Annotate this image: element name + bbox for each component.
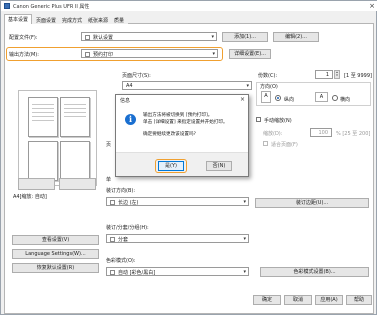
chevron-down-icon: ▾	[243, 199, 246, 205]
binding-icon	[110, 200, 115, 205]
landscape-label: 横向	[340, 97, 351, 103]
preview-page-1	[28, 97, 58, 137]
output-method-value: 预约打印	[93, 52, 114, 58]
window-title: Canon Generic Plus UFR II 属性	[13, 4, 90, 10]
add-profile-button[interactable]: 添加(1)...	[222, 32, 268, 42]
chevron-down-icon: ▾	[243, 269, 246, 275]
fit-page-checkbox[interactable]	[263, 141, 268, 146]
tab-finishing[interactable]: 完成方式	[58, 15, 87, 24]
close-icon[interactable]: ×	[369, 2, 375, 10]
language-settings-button[interactable]: Language Settings(W)...	[12, 249, 99, 259]
scale-input[interactable]: 100	[310, 128, 332, 137]
preview-page-4	[60, 141, 90, 181]
profile-value: 默认设置	[93, 35, 114, 41]
binding-margin-button[interactable]: 装订边距(U)...	[255, 198, 369, 208]
dialog-message-line3: 确定要继续更改该设置吗?	[143, 132, 196, 137]
color-mode-select[interactable]: 自动 [彩色/黑白] ▾	[106, 267, 249, 276]
chevron-down-icon: ▾	[243, 236, 246, 242]
copies-input[interactable]: 1	[315, 70, 333, 79]
preview-page-3	[28, 141, 58, 181]
page-size-label: 页面尺寸(S):	[122, 73, 151, 79]
landscape-radio[interactable]	[332, 95, 338, 101]
dialog-message-line1: 输出方法将被切换到 [预约打印]。	[143, 113, 213, 118]
color-mode-settings-button[interactable]: 色彩模式设置(B)...	[260, 267, 369, 277]
layout-toggle-button[interactable]	[18, 178, 55, 190]
scale-range: % [25 至 200]	[336, 131, 371, 137]
profile-select[interactable]: 默认设置 ▾	[81, 32, 217, 41]
color-mode-label: 色彩模式(O):	[106, 258, 136, 264]
dialog-footer: 是(Y) 否(N)	[116, 152, 248, 176]
portrait-icon: A	[261, 91, 271, 103]
dialog-close-icon[interactable]: ×	[240, 96, 245, 103]
copies-spinner[interactable]: ▴ ▾	[334, 70, 340, 79]
orientation-label: 方向(O)	[260, 84, 278, 90]
copies-label: 份数(C):	[258, 73, 278, 79]
output-method-label: 输出方法(M):	[9, 52, 39, 58]
binding-value: 长边 (左)	[118, 200, 139, 206]
help-button[interactable]: 帮助	[346, 295, 372, 305]
tab-strip: 基本设置 页面设置 完成方式 纸张来源 质量	[4, 14, 374, 25]
manual-label-partial: 单	[106, 177, 112, 183]
copies-range: [1 至 9999]	[344, 73, 372, 79]
tab-page-setup[interactable]: 页面设置	[32, 15, 61, 24]
scale-label: 缩放(D):	[263, 131, 283, 137]
chevron-down-icon: ▾	[211, 34, 214, 40]
ok-button[interactable]: 确定	[253, 295, 281, 305]
dialog-body: i 输出方法将被切换到 [预约打印]。 单击 [详细设置] 来指定设置并开始打印…	[116, 104, 248, 152]
color-mode-value: 自动 [彩色/黑白]	[118, 270, 156, 276]
yes-button[interactable]: 是(Y)	[158, 161, 184, 171]
cancel-button[interactable]: 取消	[284, 295, 312, 305]
fit-page-label: 适合页面(F)	[271, 142, 298, 148]
profile-icon	[85, 35, 90, 40]
landscape-icon: A	[315, 92, 328, 102]
binding-select[interactable]: 长边 (左) ▾	[106, 197, 249, 206]
page-size-value: A4	[126, 83, 133, 89]
tab-paper-source[interactable]: 纸张来源	[84, 15, 113, 24]
manual-scaling-checkbox[interactable]	[256, 117, 261, 122]
finishing-icon	[110, 237, 115, 242]
no-button[interactable]: 否(N)	[206, 161, 232, 171]
title-bar: Canon Generic Plus UFR II 属性 ×	[1, 1, 377, 11]
portrait-label: 纵向	[284, 97, 295, 103]
finishing-value: 分套	[118, 237, 129, 243]
view-settings-button[interactable]: 查看设置(V)	[12, 235, 99, 245]
chevron-down-icon: ▾	[212, 51, 215, 57]
page-layout-label-partial: 页	[106, 142, 112, 148]
dialog-message-line2: 单击 [详细设置] 来指定设置并开始打印。	[143, 120, 228, 125]
tab-quality[interactable]: 质量	[110, 15, 129, 24]
printer-icon	[4, 3, 10, 9]
edit-profile-button[interactable]: 编辑(2)...	[273, 32, 319, 42]
info-dialog: 信息 × i 输出方法将被切换到 [预约打印]。 单击 [详细设置] 来指定设置…	[115, 94, 249, 177]
apply-button[interactable]: 应用(A)	[315, 295, 343, 305]
page-preview	[18, 90, 97, 186]
manual-scaling-label: 手动缩放(N)	[264, 118, 292, 124]
output-method-icon	[85, 52, 90, 57]
finishing-label: 装订/分套/分组(H):	[106, 225, 149, 231]
output-details-button[interactable]: 详细设置(E)...	[229, 49, 271, 59]
info-icon: i	[125, 114, 136, 125]
profile-label: 配置文件(F):	[9, 35, 38, 41]
layout-toggle-button-2[interactable]	[59, 178, 96, 190]
page-size-select[interactable]: A4 ▾	[122, 81, 252, 90]
dialog-title: 信息	[116, 95, 248, 104]
binding-label: 装订方向(B):	[106, 188, 136, 194]
portrait-radio[interactable]	[275, 95, 281, 101]
preview-caption: A4[缩放: 自动]	[13, 194, 47, 200]
output-method-select[interactable]: 预约打印 ▾	[81, 49, 218, 58]
preview-page-2	[60, 97, 90, 137]
printer-properties-window: Canon Generic Plus UFR II 属性 × 基本设置 页面设置…	[0, 0, 377, 315]
color-mode-icon	[110, 270, 115, 275]
restore-defaults-button[interactable]: 恢复默认设置(R)	[12, 263, 99, 273]
finishing-select[interactable]: 分套 ▾	[106, 234, 249, 243]
chevron-down-icon: ▾	[246, 83, 249, 89]
